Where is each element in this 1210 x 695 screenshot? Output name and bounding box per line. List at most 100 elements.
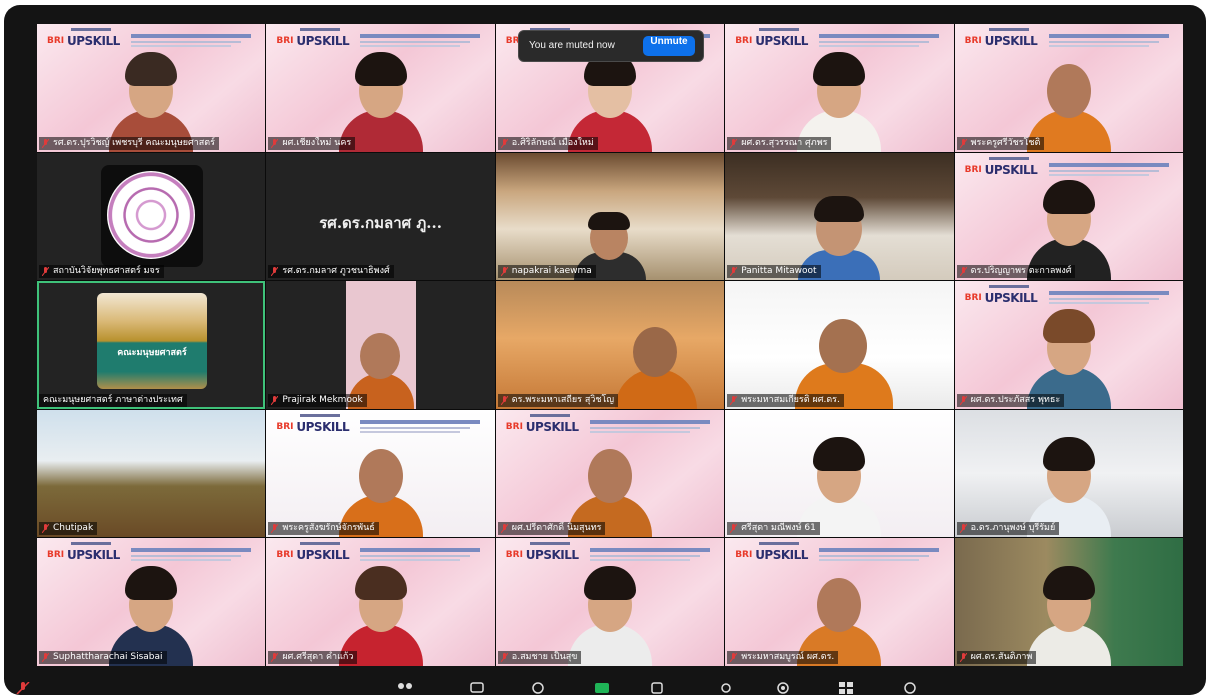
participant-tile[interactable]: สถาบันวิจัยพุทธศาสตร์ มจร bbox=[37, 152, 266, 281]
participant-name: Prajirak Mekmook bbox=[268, 393, 367, 407]
participant-video bbox=[789, 40, 889, 152]
institute-seal-image bbox=[101, 164, 203, 267]
mic-muted-icon bbox=[959, 395, 967, 405]
mic-muted-icon bbox=[271, 652, 279, 662]
faculty-signboard-image: คณะมนุษยศาสตร์ bbox=[97, 293, 207, 390]
mic-muted-icon bbox=[959, 267, 967, 277]
participant-name: ผศ.ศรีสุดา คำแก้ว bbox=[268, 650, 358, 664]
participant-tile[interactable]: BRI UPSKILL รศ.ดร.ปุรวิชญ์ เพชรบุรี คณะมน… bbox=[37, 24, 266, 152]
participant-tile[interactable]: Chutipak bbox=[37, 409, 266, 538]
participant-tile[interactable]: BRI UPSKILL Suphattharachai Sisabai bbox=[37, 538, 266, 666]
mic-muted-icon[interactable] bbox=[16, 682, 30, 694]
participant-video bbox=[346, 281, 417, 409]
participant-tile[interactable]: Panitta Mitawoot bbox=[725, 152, 954, 281]
participant-name: ผศ.ดร.สุวรรณา ศุภพร bbox=[727, 136, 832, 150]
participant-tile[interactable]: BRI UPSKILL ผศ.ศรีสุดา คำแก้ว bbox=[266, 538, 495, 666]
mic-muted-icon bbox=[500, 138, 508, 148]
participant-name: รศ.ดร.กมลาศ ภูวชนาธิพงศ์ bbox=[268, 265, 394, 279]
unmute-button[interactable]: Unmute bbox=[643, 36, 695, 56]
participant-video bbox=[789, 554, 889, 666]
whiteboard-icon[interactable] bbox=[775, 682, 791, 694]
participant-tile[interactable]: BRI UPSKILL อ.สมชาย เป็นสุข bbox=[495, 538, 725, 666]
participant-name: อ.สมชาย เป็นสุข bbox=[497, 650, 582, 664]
muted-message: You are muted now bbox=[529, 40, 615, 51]
mic-muted-icon bbox=[730, 267, 738, 277]
participant-video bbox=[1019, 297, 1119, 409]
participant-tile[interactable]: พระมหาสมเกียรติ ผศ.ดร. bbox=[725, 281, 954, 409]
participant-name: พระครูสังฆรักษ์จักรพันธ์ bbox=[268, 522, 379, 536]
mic-muted-icon bbox=[271, 267, 279, 277]
participant-name: อ.ศิริลักษณ์ เมืองใหม่ bbox=[497, 136, 598, 150]
participant-video bbox=[1019, 40, 1119, 152]
mic-muted-icon bbox=[730, 652, 738, 662]
participants-icon[interactable] bbox=[395, 682, 425, 694]
participant-tile[interactable]: BRI UPSKILL ดร.ปริญญาพร ตะกาลพงศ์ bbox=[954, 152, 1183, 281]
participant-name: ผศ.ดร.สันติภาพ bbox=[956, 650, 1037, 664]
mic-muted-icon bbox=[500, 395, 508, 405]
participant-tile[interactable]: ผศ.ดร.สันติภาพ bbox=[954, 538, 1183, 666]
mic-muted-icon bbox=[271, 395, 279, 405]
mic-muted-icon bbox=[959, 138, 967, 148]
participant-video bbox=[560, 554, 660, 666]
participant-name: ผศ.เชียงใหม่ นคร bbox=[268, 136, 356, 150]
participant-tile[interactable]: BRI UPSKILL ผศ.ปรีดาศักดิ์ นิ่มสุนทร bbox=[495, 409, 725, 538]
participant-tile[interactable]: รศ.ดร.กมลาศ ภู... รศ.ดร.กมลาศ ภูวชนาธิพง… bbox=[266, 152, 495, 281]
participant-name: Chutipak bbox=[39, 522, 98, 536]
participant-tile[interactable]: BRI UPSKILL พระครูสังฆรักษ์จักรพันธ์ bbox=[266, 409, 495, 538]
participant-video bbox=[101, 40, 201, 152]
participant-tile[interactable]: Prajirak Mekmook bbox=[266, 281, 495, 409]
participant-name: สถาบันวิจัยพุทธศาสตร์ มจร bbox=[39, 265, 164, 279]
participant-tile[interactable]: BRI UPSKILL ผศ.ดร.ประภัสสร พุทธะ bbox=[954, 281, 1183, 409]
mic-muted-icon bbox=[42, 267, 49, 277]
share-screen-icon[interactable] bbox=[594, 682, 610, 694]
participant-tile[interactable]: อ.ดร.ภานุพงษ์ บุรีรัมย์ bbox=[954, 409, 1183, 538]
participant-name: napakrai kaewma bbox=[497, 265, 596, 279]
participant-video bbox=[331, 40, 431, 152]
participant-name: Panitta Mitawoot bbox=[727, 265, 821, 279]
more-options-icon[interactable] bbox=[902, 682, 918, 694]
video-gallery: BRI UPSKILL รศ.ดร.ปุรวิชญ์ เพชรบุรี คณะมน… bbox=[37, 24, 1183, 666]
mic-muted-icon bbox=[42, 138, 49, 148]
mic-muted-icon bbox=[42, 524, 49, 534]
more-apps-icon[interactable] bbox=[838, 682, 854, 694]
mic-muted-icon bbox=[500, 524, 508, 534]
participant-video bbox=[789, 425, 889, 538]
participant-tile-active-speaker[interactable]: คณะมนุษยศาสตร์ คณะมนุษยศาสตร์ ภาษาต่างปร… bbox=[37, 281, 266, 409]
participant-tile[interactable]: ดร.พระมหาเสถียร สุวิชโญ bbox=[495, 281, 725, 409]
participant-name: อ.ดร.ภานุพงษ์ บุรีรัมย์ bbox=[956, 522, 1060, 536]
participant-name: ดร.พระมหาเสถียร สุวิชโญ bbox=[497, 393, 619, 407]
participant-name: พระมหาสมบูรณ์ ผศ.ดร. bbox=[727, 650, 839, 664]
chat-icon[interactable] bbox=[470, 682, 486, 694]
participant-tile[interactable]: BRI UPSKILL ผศ.เชียงใหม่ นคร bbox=[266, 24, 495, 152]
participant-tile[interactable]: ศรีสุดา มณีพงษ์ 61 bbox=[725, 409, 954, 538]
participant-name: รศ.ดร.ปุรวิชญ์ เพชรบุรี คณะมนุษยศาสตร์ bbox=[39, 136, 219, 150]
participant-video bbox=[331, 425, 431, 538]
participant-name: ผศ.ดร.ประภัสสร พุทธะ bbox=[956, 393, 1065, 407]
meeting-toolbar bbox=[0, 676, 1210, 695]
mic-muted-icon bbox=[271, 524, 279, 534]
mic-muted-icon bbox=[959, 524, 967, 534]
mic-muted-icon bbox=[959, 652, 967, 662]
participant-video bbox=[1019, 554, 1119, 666]
react-icon[interactable] bbox=[530, 682, 546, 694]
participant-display-name: รศ.ดร.กมลาศ ภู... bbox=[319, 213, 442, 232]
mic-muted-icon bbox=[271, 138, 279, 148]
mic-muted-icon bbox=[500, 652, 508, 662]
mic-muted-icon bbox=[730, 524, 738, 534]
apps-icon[interactable] bbox=[720, 682, 744, 694]
participant-video bbox=[101, 554, 201, 666]
mic-muted-icon bbox=[500, 267, 508, 277]
participant-tile[interactable]: napakrai kaewma bbox=[495, 152, 725, 281]
bri-upskill-banner: BRIUPSKILL bbox=[502, 413, 712, 434]
participant-video bbox=[1019, 168, 1119, 281]
participant-name: Suphattharachai Sisabai bbox=[39, 650, 167, 664]
participant-video bbox=[1019, 425, 1119, 538]
participant-name: ผศ.ปรีดาศักดิ์ นิ่มสุนทร bbox=[497, 522, 606, 536]
muted-notification: You are muted now Unmute bbox=[518, 30, 704, 62]
participant-tile[interactable]: BRI UPSKILL พระมหาสมบูรณ์ ผศ.ดร. bbox=[725, 538, 954, 666]
participant-name: พระครูศรีวัชรโชติ bbox=[956, 136, 1045, 150]
participant-tile[interactable]: BRI UPSKILL ผศ.ดร.สุวรรณา ศุภพร bbox=[725, 24, 954, 152]
participant-video bbox=[611, 314, 701, 409]
participant-tile[interactable]: BRI UPSKILL พระครูศรีวัชรโชติ bbox=[954, 24, 1183, 152]
record-icon[interactable] bbox=[650, 682, 666, 694]
